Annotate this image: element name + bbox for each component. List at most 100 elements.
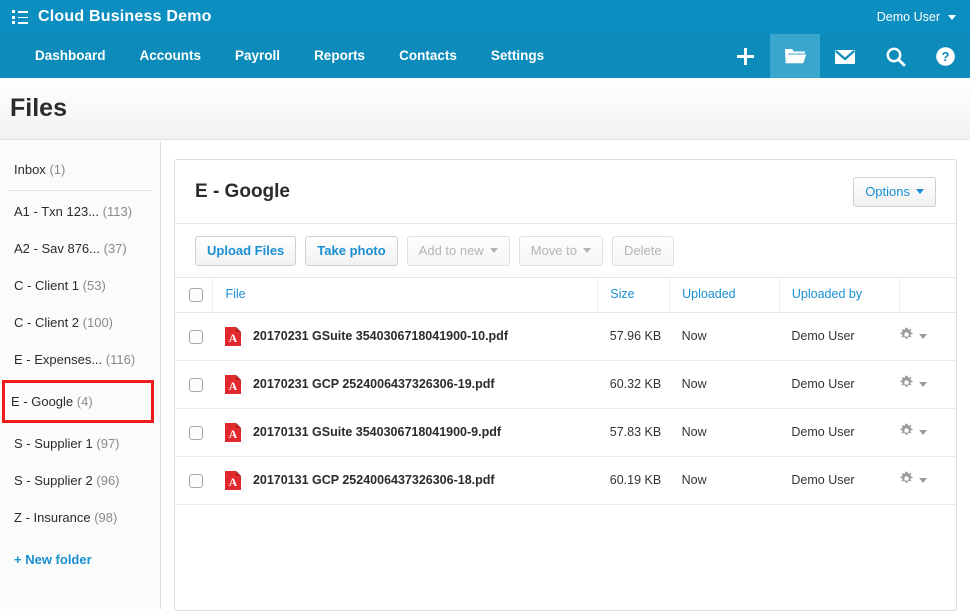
chevron-down-icon bbox=[582, 248, 591, 253]
sidebar-item-s-supplier-1[interactable]: S - Supplier 1 (97) bbox=[8, 425, 152, 462]
upload-files-button[interactable]: Upload Files bbox=[195, 235, 297, 266]
add-to-new-label: Add to new bbox=[418, 243, 484, 258]
sidebar-item-e-google[interactable]: E - Google (4) bbox=[5, 383, 151, 420]
main-navigation-bar: Dashboard Accounts Payroll Reports Conta… bbox=[0, 34, 970, 78]
file-uploaded: Now bbox=[669, 456, 780, 505]
file-name[interactable]: 20170231 GSuite 3540306718041900-10.pdf bbox=[253, 329, 508, 343]
new-folder-button[interactable]: + New folder bbox=[8, 546, 152, 573]
nav-item-settings[interactable]: Settings bbox=[474, 34, 561, 78]
nav-item-contacts[interactable]: Contacts bbox=[382, 34, 474, 78]
file-name[interactable]: 20170231 GCP 2524006437326306-19.pdf bbox=[253, 377, 495, 391]
sidebar-item-count: (98) bbox=[94, 510, 118, 525]
search-icon-button[interactable] bbox=[870, 34, 920, 78]
take-photo-button[interactable]: Take photo bbox=[305, 235, 398, 266]
select-all-header bbox=[175, 277, 214, 313]
chevron-down-icon[interactable] bbox=[919, 429, 928, 435]
column-header-size[interactable]: Size bbox=[597, 277, 671, 313]
row-checkbox[interactable] bbox=[189, 329, 203, 344]
svg-text:A: A bbox=[229, 379, 238, 393]
pdf-file-icon: A bbox=[224, 422, 241, 442]
files-card: E - Google Options Upload Files Take pho… bbox=[174, 159, 957, 611]
nav-item-accounts[interactable]: Accounts bbox=[123, 34, 219, 78]
row-select-cell bbox=[175, 360, 213, 409]
file-uploaded: Now bbox=[669, 312, 780, 361]
envelope-icon-button[interactable] bbox=[820, 34, 870, 78]
file-name-cell: A 20170131 GSuite 3540306718041900-9.pdf bbox=[212, 408, 598, 457]
take-photo-label: Take photo bbox=[317, 243, 386, 258]
options-button[interactable]: Options bbox=[853, 176, 936, 207]
row-checkbox[interactable] bbox=[189, 473, 203, 488]
sidebar-item-count: (53) bbox=[82, 278, 106, 293]
table-row[interactable]: A 20170131 GSuite 3540306718041900-9.pdf… bbox=[175, 408, 956, 457]
help-icon-button[interactable]: ? bbox=[920, 34, 970, 78]
sidebar-item-s-supplier-2[interactable]: S - Supplier 2 (96) bbox=[8, 462, 152, 499]
gear-icon[interactable] bbox=[899, 471, 914, 489]
table-row[interactable]: A 20170131 GCP 2524006437326306-18.pdf 6… bbox=[175, 456, 956, 505]
sidebar-item-count: (96) bbox=[96, 473, 120, 488]
selection-highlight-box: E - Google (4) bbox=[2, 380, 154, 423]
sidebar-item-label: E - Expenses... bbox=[14, 352, 103, 367]
row-checkbox[interactable] bbox=[189, 377, 203, 392]
sidebar-item-label: E - Google bbox=[11, 394, 74, 409]
page-title-bar: Files bbox=[0, 78, 970, 140]
chevron-down-icon[interactable] bbox=[919, 477, 928, 483]
sidebar-item-count: (4) bbox=[76, 394, 93, 409]
svg-text:A: A bbox=[229, 427, 238, 441]
sidebar-item-label: S - Supplier 1 bbox=[14, 436, 93, 451]
file-name-cell: A 20170131 GCP 2524006437326306-18.pdf bbox=[212, 456, 598, 505]
folder-icon-button[interactable] bbox=[770, 34, 820, 78]
column-header-file[interactable]: File bbox=[212, 277, 599, 313]
files-toolbar: Upload Files Take photo Add to new Move … bbox=[175, 224, 956, 277]
nav-item-dashboard[interactable]: Dashboard bbox=[18, 34, 123, 78]
table-row[interactable]: A 20170231 GSuite 3540306718041900-10.pd… bbox=[175, 312, 956, 361]
table-row[interactable]: A 20170231 GCP 2524006437326306-19.pdf 6… bbox=[175, 360, 956, 409]
nav-item-reports[interactable]: Reports bbox=[297, 34, 382, 78]
sidebar-item-c-client-1[interactable]: C - Client 1 (53) bbox=[8, 267, 152, 304]
column-header-uploaded-by[interactable]: Uploaded by bbox=[779, 277, 900, 313]
column-header-uploaded[interactable]: Uploaded bbox=[669, 277, 780, 313]
options-button-label: Options bbox=[865, 184, 910, 199]
file-name[interactable]: 20170131 GCP 2524006437326306-18.pdf bbox=[253, 473, 495, 487]
pdf-file-icon: A bbox=[224, 326, 241, 346]
sidebar-item-a1-txn[interactable]: A1 - Txn 123... (113) bbox=[8, 193, 152, 230]
chevron-down-icon bbox=[489, 248, 498, 253]
move-to-button: Move to bbox=[518, 235, 603, 266]
plus-icon-button[interactable] bbox=[720, 34, 770, 78]
chevron-down-icon[interactable] bbox=[919, 333, 928, 339]
brand[interactable]: Cloud Business Demo bbox=[12, 8, 212, 26]
gear-icon[interactable] bbox=[899, 375, 914, 393]
upload-files-label: Upload Files bbox=[207, 243, 285, 258]
row-checkbox[interactable] bbox=[189, 425, 203, 440]
list-menu-icon bbox=[12, 10, 28, 24]
pdf-file-icon: A bbox=[224, 470, 241, 490]
sidebar-item-count: (116) bbox=[105, 352, 136, 367]
sidebar-item-a2-sav[interactable]: A2 - Sav 876... (37) bbox=[8, 230, 152, 267]
sidebar-item-e-expenses[interactable]: E - Expenses... (116) bbox=[8, 341, 152, 378]
sidebar-item-c-client-2[interactable]: C - Client 2 (100) bbox=[8, 304, 152, 341]
file-uploaded-by: Demo User bbox=[779, 312, 900, 361]
chevron-down-icon bbox=[948, 14, 956, 20]
select-all-checkbox[interactable] bbox=[189, 287, 203, 302]
file-size: 60.32 KB bbox=[597, 360, 670, 409]
sidebar-item-label: C - Client 1 bbox=[14, 278, 80, 293]
row-actions-cell bbox=[899, 408, 956, 457]
file-uploaded-by: Demo User bbox=[779, 360, 900, 409]
gear-icon[interactable] bbox=[899, 327, 914, 345]
user-menu-label: Demo User bbox=[876, 10, 940, 24]
user-menu[interactable]: Demo User bbox=[877, 10, 956, 24]
sidebar-item-label: Inbox bbox=[14, 162, 46, 177]
sidebar-item-count: (1) bbox=[49, 162, 66, 177]
sidebar-item-z-insurance[interactable]: Z - Insurance (98) bbox=[8, 499, 152, 536]
delete-button: Delete bbox=[611, 235, 674, 266]
file-size: 57.96 KB bbox=[597, 312, 670, 361]
folder-sidebar: Inbox (1) A1 - Txn 123... (113) A2 - Sav… bbox=[0, 141, 161, 609]
pdf-file-icon: A bbox=[224, 374, 241, 394]
gear-icon[interactable] bbox=[899, 423, 914, 441]
sidebar-item-count: (97) bbox=[96, 436, 120, 451]
delete-label: Delete bbox=[623, 243, 662, 258]
nav-item-payroll[interactable]: Payroll bbox=[218, 34, 297, 78]
chevron-down-icon[interactable] bbox=[919, 381, 928, 387]
chevron-down-icon bbox=[916, 189, 924, 194]
sidebar-item-inbox[interactable]: Inbox (1) bbox=[8, 151, 152, 191]
file-name[interactable]: 20170131 GSuite 3540306718041900-9.pdf bbox=[253, 425, 501, 439]
